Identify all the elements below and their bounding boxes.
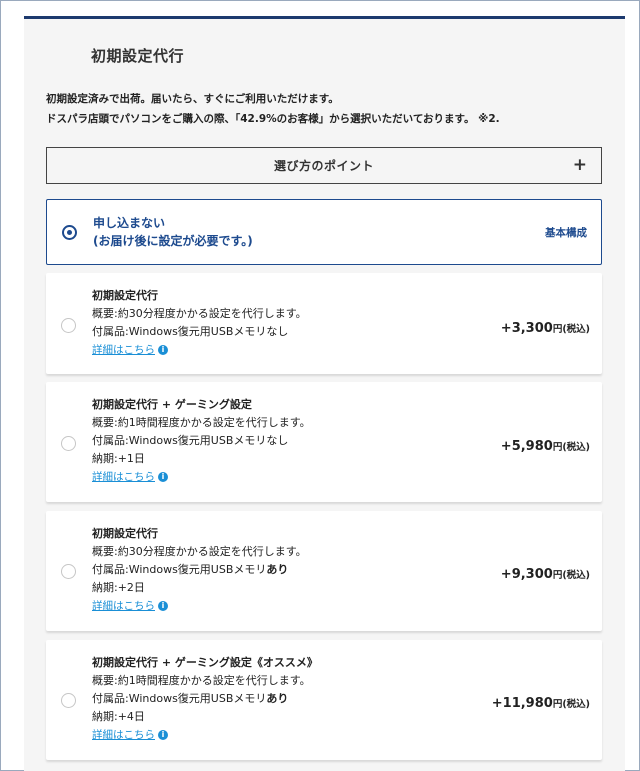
option-no-service-line2: (お届け後に設定が必要です。) xyxy=(93,234,253,248)
option-no-service-text: 申し込まない (お届け後に設定が必要です。) xyxy=(93,214,253,250)
option-title: 初期設定代行 + ゲーミング設定 xyxy=(92,398,252,411)
detail-link-label: 詳細はこちら xyxy=(92,344,155,356)
detail-link[interactable]: 詳細はこちら i xyxy=(92,597,168,615)
option-summary: 概要:約1時間程度かかる設定を代行します。 xyxy=(92,416,311,429)
radio-button-selected[interactable] xyxy=(62,225,77,240)
option-delivery: 納期:+1日 xyxy=(92,452,145,465)
option-title: 初期設定代行 + ゲーミング設定《オススメ》 xyxy=(92,656,318,669)
option-text: 初期設定代行 + ゲーミング設定 概要:約1時間程度かかる設定を代行します。 付… xyxy=(92,396,311,486)
info-icon: i xyxy=(158,601,168,611)
radio-button[interactable] xyxy=(61,436,76,451)
option-text: 初期設定代行 概要:約30分程度かかる設定を代行します。 付属品:Windows… xyxy=(92,525,307,615)
info-icon: i xyxy=(158,472,168,482)
detail-link-label: 詳細はこちら xyxy=(92,729,155,741)
option-no-service-line1: 申し込まない xyxy=(93,216,166,230)
accessory-value: なし xyxy=(266,434,289,447)
option-summary: 概要:約30分程度かかる設定を代行します。 xyxy=(92,307,307,320)
option-delivery: 納期:+2日 xyxy=(92,581,145,594)
option-setup-gaming-no-usb[interactable]: 初期設定代行 + ゲーミング設定 概要:約1時間程度かかる設定を代行します。 付… xyxy=(46,382,602,502)
option-text: 初期設定代行 概要:約30分程度かかる設定を代行します。 付属品:Windows… xyxy=(92,287,307,359)
accessory-value: あり xyxy=(266,692,289,705)
accessory-prefix: 付属品:Windows復元用USBメモリ xyxy=(92,434,267,447)
option-no-service[interactable]: 申し込まない (お届け後に設定が必要です。) 基本構成 xyxy=(46,199,602,265)
option-panel: 初期設定代行 初期設定済みで出荷。届いたら、すぐにご利用いただけます。 ドスパラ… xyxy=(24,16,625,771)
price-unit: 円(税込) xyxy=(552,442,590,453)
option-accessory: 付属品:Windows復元用USBメモリなし xyxy=(92,323,307,341)
option-delivery: 納期:+4日 xyxy=(92,710,145,723)
section-intro: 初期設定済みで出荷。届いたら、すぐにご利用いただけます。 ドスパラ店頭でパソコン… xyxy=(46,89,500,129)
option-summary: 概要:約30分程度かかる設定を代行します。 xyxy=(92,545,307,558)
detail-link[interactable]: 詳細はこちら i xyxy=(92,726,168,744)
option-price: +5,980円(税込) xyxy=(501,435,590,454)
option-text: 初期設定代行 + ゲーミング設定《オススメ》 概要:約1時間程度かかる設定を代行… xyxy=(92,654,318,744)
plus-icon[interactable]: + xyxy=(573,155,587,175)
info-icon: i xyxy=(158,730,168,740)
detail-link[interactable]: 詳細はこちら i xyxy=(92,341,168,359)
section-title: 初期設定代行 xyxy=(91,47,185,65)
price-unit: 円(税込) xyxy=(552,699,590,710)
price-amount: +3,300 xyxy=(500,321,553,336)
accordion-label: 選び方のポイント xyxy=(273,159,374,173)
option-title: 初期設定代行 xyxy=(92,527,158,540)
page-frame: 初期設定代行 初期設定済みで出荷。届いたら、すぐにご利用いただけます。 ドスパラ… xyxy=(0,0,640,771)
option-accessory: 付属品:Windows復元用USBメモリあり xyxy=(92,561,307,579)
accessory-value: なし xyxy=(266,325,289,338)
option-title: 初期設定代行 xyxy=(92,289,158,302)
option-setup-basic-no-usb[interactable]: 初期設定代行 概要:約30分程度かかる設定を代行します。 付属品:Windows… xyxy=(46,273,602,374)
price-amount: +11,980 xyxy=(491,696,553,711)
base-config-badge: 基本構成 xyxy=(545,227,587,239)
option-setup-gaming-with-usb-recommended[interactable]: 初期設定代行 + ゲーミング設定《オススメ》 概要:約1時間程度かかる設定を代行… xyxy=(46,640,602,760)
option-price: +11,980円(税込) xyxy=(492,692,590,711)
option-setup-basic-with-usb[interactable]: 初期設定代行 概要:約30分程度かかる設定を代行します。 付属品:Windows… xyxy=(46,511,602,631)
selection-tips-accordion[interactable]: 選び方のポイント + xyxy=(46,147,602,184)
intro-line-2: ドスパラ店頭でパソコンをご購入の際、「42.9%のお客様」から選択いただいており… xyxy=(46,113,500,125)
radio-button[interactable] xyxy=(61,693,76,708)
option-price: +3,300円(税込) xyxy=(501,317,590,336)
option-accessory: 付属品:Windows復元用USBメモリあり xyxy=(92,690,318,708)
accessory-prefix: 付属品:Windows復元用USBメモリ xyxy=(92,692,267,705)
detail-link-label: 詳細はこちら xyxy=(92,471,155,483)
price-amount: +5,980 xyxy=(500,439,553,454)
radio-button[interactable] xyxy=(61,318,76,333)
accessory-prefix: 付属品:Windows復元用USBメモリ xyxy=(92,325,267,338)
option-summary: 概要:約1時間程度かかる設定を代行します。 xyxy=(92,674,311,687)
accessory-value: あり xyxy=(266,563,289,576)
info-icon: i xyxy=(158,345,168,355)
price-unit: 円(税込) xyxy=(552,324,590,335)
radio-button[interactable] xyxy=(61,564,76,579)
detail-link[interactable]: 詳細はこちら i xyxy=(92,468,168,486)
detail-link-label: 詳細はこちら xyxy=(92,600,155,612)
price-amount: +9,300 xyxy=(500,567,553,582)
option-price: +9,300円(税込) xyxy=(501,563,590,582)
price-unit: 円(税込) xyxy=(552,570,590,581)
option-accessory: 付属品:Windows復元用USBメモリなし xyxy=(92,432,311,450)
intro-line-1: 初期設定済みで出荷。届いたら、すぐにご利用いただけます。 xyxy=(46,93,339,105)
accessory-prefix: 付属品:Windows復元用USBメモリ xyxy=(92,563,267,576)
